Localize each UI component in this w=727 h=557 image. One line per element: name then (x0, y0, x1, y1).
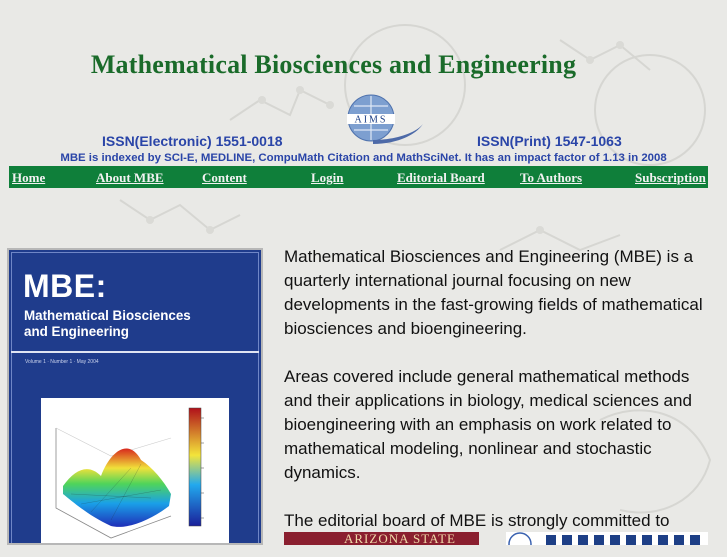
cover-name-line-1: Mathematical Biosciences (24, 308, 191, 323)
nav-about-mbe[interactable]: About MBE (96, 170, 164, 186)
cover-volume: Volume 1 · Number 1 · May 2004 (25, 359, 99, 365)
description-paragraph-3: The editorial board of MBE is strongly c… (284, 511, 670, 530)
main-nav: Home About MBE Content Login Editorial B… (9, 166, 708, 188)
description-paragraph-1: Mathematical Biosciences and Engineering… (284, 247, 703, 338)
issn-electronic: ISSN(Electronic) 1551-0018 (102, 133, 283, 149)
cover-name-line-2: and Engineering (24, 324, 129, 339)
journal-description: Mathematical Biosciences and Engineering… (284, 245, 714, 557)
cover-journal-name: Mathematical Biosciences and Engineering (24, 308, 224, 340)
aims-logo-text: AIMS (354, 115, 387, 126)
nav-login[interactable]: Login (311, 170, 344, 186)
cover-abbreviation: MBE: (23, 268, 107, 304)
asu-logo-text: ARIZONA STATE (344, 532, 456, 545)
cover-divider (11, 351, 259, 353)
journal-cover[interactable]: MBE: Mathematical Biosciences and Engine… (7, 248, 263, 545)
partner-logos: ARIZONA STATE (284, 532, 708, 545)
cover-surface-plot (41, 398, 229, 543)
asu-logo[interactable]: ARIZONA STATE (284, 532, 479, 545)
university-seal-logo[interactable] (506, 532, 708, 545)
issn-print: ISSN(Print) 1547-1063 (477, 133, 622, 149)
page-title: Mathematical Biosciences and Engineering (90, 50, 577, 79)
nav-editorial-board[interactable]: Editorial Board (397, 170, 485, 186)
indexing-statement: MBE is indexed by SCI-E, MEDLINE, CompuM… (60, 152, 667, 164)
nav-home[interactable]: Home (12, 170, 45, 186)
nav-to-authors[interactable]: To Authors (520, 170, 582, 186)
nav-subscription[interactable]: Subscription (635, 170, 706, 186)
aims-logo[interactable]: AIMS (345, 94, 425, 146)
description-paragraph-2: Areas covered include general mathematic… (284, 367, 692, 482)
nav-content[interactable]: Content (202, 170, 247, 186)
